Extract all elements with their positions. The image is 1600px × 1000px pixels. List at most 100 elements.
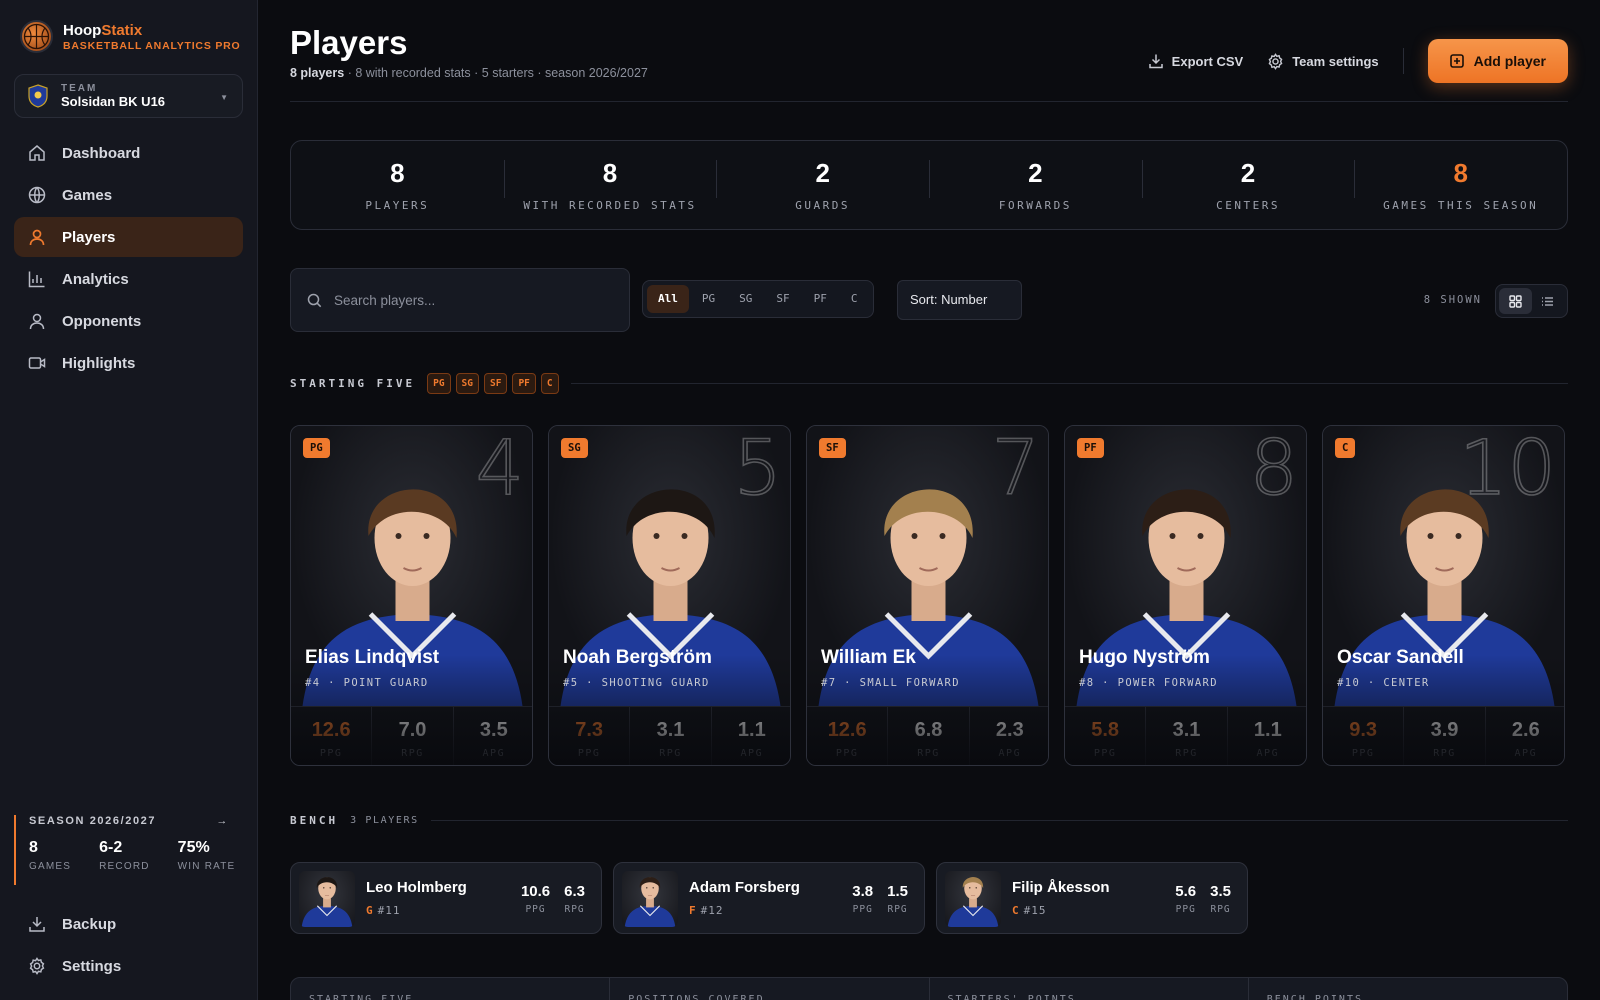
nav-label: Highlights xyxy=(62,354,136,372)
bar-chart-icon xyxy=(28,270,46,288)
position-chip: SF xyxy=(484,373,508,394)
stat-games-this-season: 8 GAMES THIS SEASON xyxy=(1354,158,1567,212)
position-chip: PF xyxy=(512,373,536,394)
sidebar: HoopStatix BASKETBALL ANALYTICS PRO TEAM… xyxy=(0,0,258,1000)
stat-guards: 2 GUARDS xyxy=(716,158,929,212)
player-name: Filip Åkesson xyxy=(1012,879,1110,896)
download-icon xyxy=(1148,53,1164,69)
nav-item-settings[interactable]: Settings xyxy=(14,946,243,986)
player-card[interactable]: SG 5 Noah Bergström #5 · SHOOTING GUARD … xyxy=(548,425,791,766)
list-view-icon[interactable] xyxy=(1532,288,1565,314)
position-chip: SG xyxy=(455,373,479,394)
player-meta: #4 · POINT GUARD xyxy=(305,677,429,689)
player-name: Leo Holmberg xyxy=(366,879,467,896)
player-meta: C #15 xyxy=(1012,904,1047,917)
page-subtitle: 8 players · 8 with recorded stats · 5 st… xyxy=(290,66,648,80)
nav-label: Backup xyxy=(62,915,117,933)
position-badge: PF xyxy=(1077,438,1104,458)
section-title: STARTING FIVE xyxy=(290,377,416,390)
video-icon xyxy=(28,354,46,372)
player-meta: #10 · CENTER xyxy=(1337,677,1430,689)
bottom-nav: Backup Settings xyxy=(14,904,243,988)
bench-player-card[interactable]: Adam Forsberg F #12 3.8 PPG 1.5 RPG xyxy=(613,862,925,934)
globe-icon xyxy=(28,186,46,204)
lineup-summary: STARTING FIVE POSITIONS COVERED STARTERS… xyxy=(290,977,1568,1000)
player-card[interactable]: C 10 Oscar Sandell #10 · CENTER 9.3PPG 3… xyxy=(1322,425,1565,766)
home-icon xyxy=(28,144,46,162)
player-card[interactable]: PG 4 Elias Lindqvist #4 · POINT GUARD 12… xyxy=(290,425,533,766)
brand-subtitle: BASKETBALL ANALYTICS PRO xyxy=(63,39,241,52)
divider xyxy=(570,383,1568,384)
player-meta: F #12 xyxy=(689,904,724,917)
player-name: Adam Forsberg xyxy=(689,879,800,896)
filter-sg[interactable]: SG xyxy=(728,285,763,313)
filter-pf[interactable]: PF xyxy=(803,285,838,313)
position-chip: PG xyxy=(427,373,451,394)
player-name: Elias Lindqvist xyxy=(305,647,440,668)
nav-item-analytics[interactable]: Analytics xyxy=(14,259,243,299)
team-label: TEAM xyxy=(61,83,98,94)
stat-ppg: 10.6 PPG xyxy=(520,883,551,915)
brand[interactable]: HoopStatix BASKETBALL ANALYTICS PRO xyxy=(20,20,241,53)
stat-players: 8 PLAYERS xyxy=(365,158,430,212)
player-card[interactable]: PF 8 Hugo Nyström #8 · POWER FORWARD 5.8… xyxy=(1064,425,1307,766)
player-meta: G #11 xyxy=(366,904,401,917)
gear-icon xyxy=(1267,52,1284,70)
shown-count: 8 SHOWN xyxy=(1423,294,1482,306)
season-title: SEASON 2026/2027 xyxy=(29,815,157,827)
summary-starting-five: STARTING FIVE xyxy=(309,994,414,1000)
starting-five-header: STARTING FIVE PG SG SF PF C xyxy=(290,373,1568,394)
bench-count: 3 PLAYERS xyxy=(350,815,419,826)
stat-rpg: 6.3 RPG xyxy=(564,883,585,915)
season-stat-games: 8 GAMES xyxy=(29,839,72,872)
player-thumbnail xyxy=(622,871,678,927)
summary-positions-covered: POSITIONS COVERED xyxy=(609,978,928,1000)
position-chip: C xyxy=(540,373,559,394)
player-thumbnail xyxy=(945,871,1001,927)
bench-player-card[interactable]: Leo Holmberg G #11 10.6 PPG 6.3 RPG xyxy=(290,862,602,934)
filter-c[interactable]: C xyxy=(840,285,869,313)
stat-ppg: 5.6 PPG xyxy=(1175,883,1197,915)
team-shield-icon xyxy=(27,84,49,108)
nav-item-games[interactable]: Games xyxy=(14,175,243,215)
player-stats: 5.6 PPG 3.5 RPG xyxy=(1175,883,1231,915)
nav-item-opponents[interactable]: Opponents xyxy=(14,301,243,341)
team-selector[interactable]: TEAM Solsidan BK U16 ▼ xyxy=(14,74,243,118)
player-card[interactable]: SF 7 William Ek #7 · SMALL FORWARD 12.6P… xyxy=(806,425,1049,766)
player-name: Noah Bergström xyxy=(563,647,712,668)
nav-item-highlights[interactable]: Highlights xyxy=(14,343,243,383)
nav-item-dashboard[interactable]: Dashboard xyxy=(14,133,243,173)
position-badge: PG xyxy=(303,438,330,458)
sort-select[interactable]: Sort: Number xyxy=(897,280,1022,320)
page-title: Players xyxy=(290,24,408,61)
season-summary[interactable]: SEASON 2026/2027 → 8 GAMES 6-2 RECORD 75% W… xyxy=(14,815,243,885)
photo-gradient xyxy=(807,655,1048,765)
search-input[interactable] xyxy=(334,292,604,308)
jersey-number: 8 xyxy=(1249,425,1299,512)
divider xyxy=(1402,48,1404,74)
player-stats: 3.8 PPG 1.5 RPG xyxy=(852,883,908,915)
view-toggle xyxy=(1495,284,1568,318)
divider xyxy=(430,820,1568,821)
player-name: Oscar Sandell xyxy=(1337,647,1464,668)
export-csv-button[interactable]: Export CSV xyxy=(1148,53,1243,69)
player-meta: #8 · POWER FORWARD xyxy=(1079,677,1218,689)
nav-item-players[interactable]: Players xyxy=(14,217,243,257)
nav-item-backup[interactable]: Backup xyxy=(14,904,243,944)
jersey-number: 10 xyxy=(1458,425,1556,512)
stat-centers: 2 CENTERS xyxy=(1141,158,1355,212)
bench-player-card[interactable]: Filip Åkesson C #15 5.6 PPG 3.5 RPG xyxy=(936,862,1248,934)
bench-cards: Leo Holmberg G #11 10.6 PPG 6.3 RPG Adam Fo… xyxy=(290,862,1248,934)
player-name: Hugo Nyström xyxy=(1079,647,1210,668)
filter-pg[interactable]: PG xyxy=(691,285,726,313)
stat-forwards: 2 FORWARDS xyxy=(929,158,1142,212)
team-settings-button[interactable]: Team settings xyxy=(1267,52,1379,70)
filter-all[interactable]: All xyxy=(647,285,689,313)
grid-view-icon[interactable] xyxy=(1499,288,1532,314)
chevron-down-icon: ▼ xyxy=(220,93,228,102)
search-box[interactable] xyxy=(290,268,630,332)
add-player-button[interactable]: Add player xyxy=(1427,39,1568,83)
filter-sf[interactable]: SF xyxy=(765,285,800,313)
jersey-number: 7 xyxy=(991,425,1041,512)
nav-label: Dashboard xyxy=(62,144,141,162)
